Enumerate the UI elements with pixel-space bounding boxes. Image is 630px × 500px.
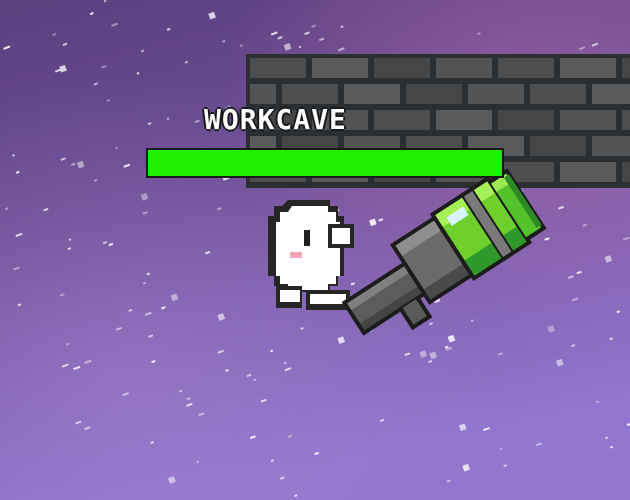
brick (436, 58, 492, 78)
brick (312, 58, 368, 78)
player-name-label: WORKCAVE (204, 103, 347, 136)
brick (282, 84, 338, 104)
brick (374, 58, 430, 78)
brick (622, 162, 630, 182)
brick (498, 58, 554, 78)
brick (468, 84, 524, 104)
brick (592, 84, 630, 104)
brick (498, 110, 554, 130)
brick (250, 84, 276, 104)
brick (374, 110, 430, 130)
brick (592, 136, 630, 156)
brick (560, 58, 616, 78)
brick (530, 136, 586, 156)
brick (622, 58, 630, 78)
brick (406, 84, 462, 104)
blush (290, 252, 302, 258)
eye (304, 230, 310, 246)
brick (622, 110, 630, 130)
brick (436, 110, 492, 130)
brick (250, 58, 306, 78)
brick (560, 162, 616, 182)
brick (560, 110, 616, 130)
health-bar-fill (148, 150, 502, 176)
player-character (268, 200, 354, 310)
health-bar (146, 148, 504, 178)
brick (344, 84, 400, 104)
brick (530, 84, 586, 104)
game-scene (0, 0, 630, 500)
